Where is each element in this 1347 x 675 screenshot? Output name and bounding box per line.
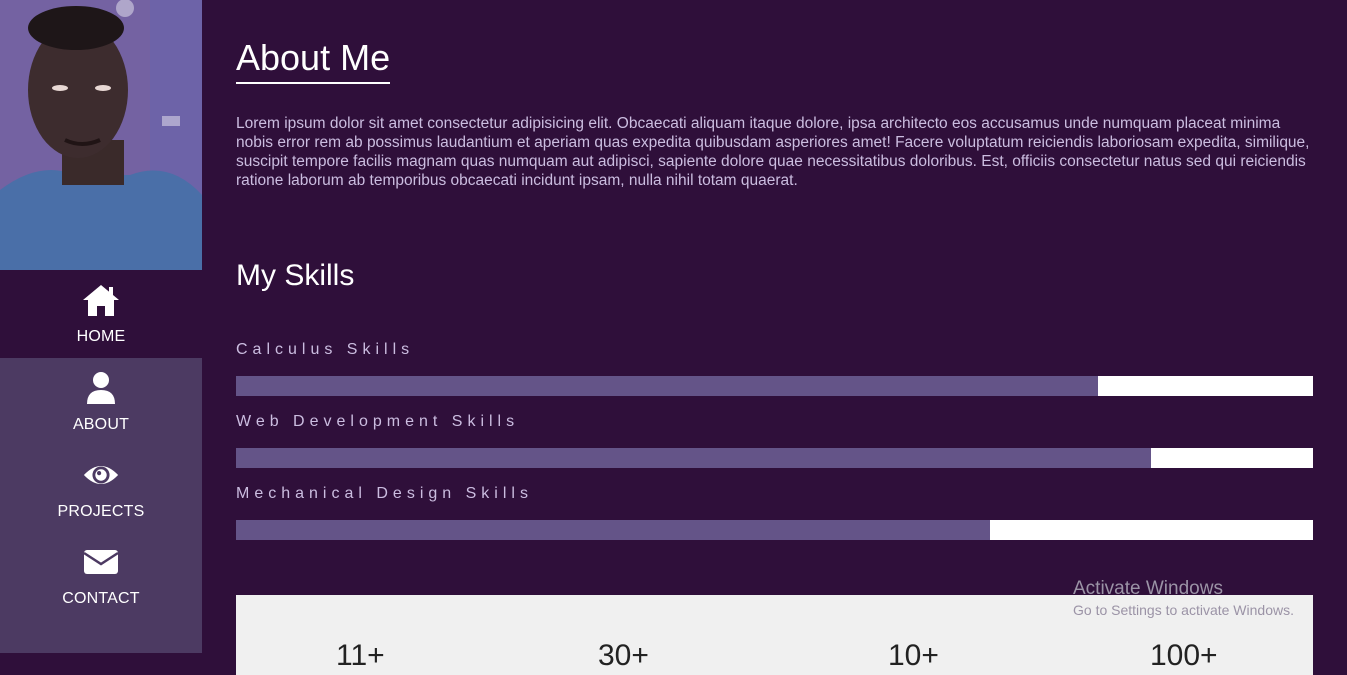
nav-home[interactable]: HOME	[0, 270, 202, 358]
skills-title: My Skills	[236, 259, 355, 292]
user-icon	[82, 370, 120, 406]
skill-label: Mechanical Design Skills	[236, 485, 533, 502]
about-title: About Me	[236, 37, 391, 84]
eye-icon	[82, 457, 120, 493]
home-icon	[82, 282, 120, 318]
nav-home-label: HOME	[76, 328, 126, 345]
envelope-icon	[82, 544, 120, 580]
nav-contact-label: CONTACT	[62, 590, 140, 607]
skill-bar-fill	[236, 376, 1098, 396]
about-text: Lorem ipsum dolor sit amet consectetur a…	[236, 115, 1310, 189]
main-content: About Me Lorem ipsum dolor sit amet cons…	[236, 0, 1313, 675]
stat-number: 30+	[598, 639, 649, 672]
sidebar: HOME ABOUT PROJECTS CONTACT	[0, 0, 202, 653]
watermark-subtitle: Go to Settings to activate Windows.	[1073, 602, 1294, 618]
skill-bar-track	[236, 520, 1313, 540]
skill-bar-fill	[236, 448, 1152, 468]
skill-label: Web Development Skills	[236, 413, 520, 430]
nav-about[interactable]: ABOUT	[0, 358, 202, 446]
profile-photo	[0, 0, 202, 270]
skill-bar-fill	[236, 520, 990, 540]
nav-projects-label: PROJECTS	[57, 503, 145, 520]
nav-about-label: ABOUT	[72, 416, 130, 433]
skill-label: Calculus Skills	[236, 341, 415, 358]
skill-bar-track	[236, 448, 1313, 468]
activate-windows-watermark: Activate Windows Go to Settings to activ…	[1073, 577, 1294, 619]
stat-number: 11+	[336, 639, 385, 672]
watermark-title: Activate Windows	[1073, 578, 1223, 599]
skill-calculus: Calculus Skills	[236, 340, 1313, 396]
skill-bar-track	[236, 376, 1313, 396]
skill-web-development: Web Development Skills	[236, 412, 1313, 468]
stat-number: 10+	[888, 639, 939, 672]
profile-photo-image	[0, 0, 202, 270]
nav-projects[interactable]: PROJECTS	[0, 445, 202, 533]
nav-contact[interactable]: CONTACT	[0, 532, 202, 620]
skill-mechanical-design: Mechanical Design Skills	[236, 484, 1313, 540]
stat-number: 100+	[1150, 639, 1218, 672]
